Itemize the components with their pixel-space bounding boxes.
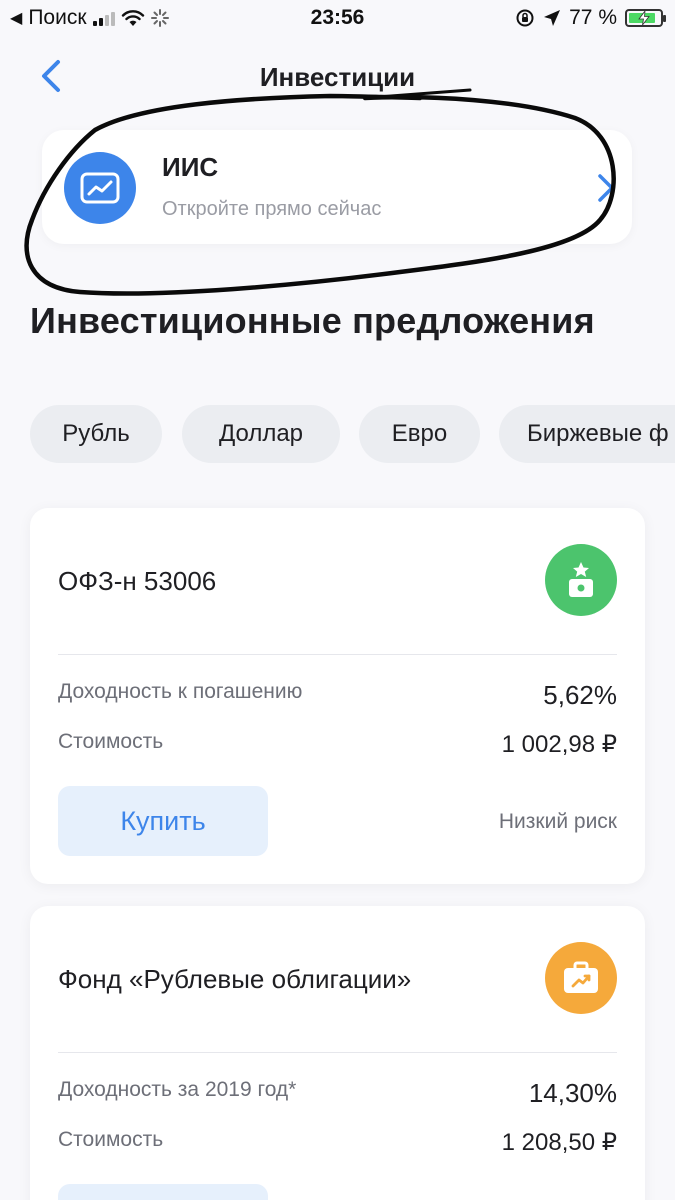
offer-name: Фонд «Рублевые облигации» bbox=[58, 964, 412, 994]
chip-exchange-funds[interactable]: Биржевые ф bbox=[499, 405, 675, 463]
yield-value: 5,62% bbox=[543, 680, 617, 710]
offer-card-ruble-bonds-fund[interactable]: Фонд «Рублевые облигации» Доходность за … bbox=[30, 906, 645, 1200]
buy-button[interactable]: Купить bbox=[58, 786, 268, 856]
yield-label: Доходность к погашению bbox=[58, 680, 303, 703]
location-arrow-icon bbox=[544, 10, 561, 26]
page-title: Инвестиции bbox=[259, 62, 416, 92]
iis-title: ИИС bbox=[162, 152, 219, 182]
rotation-lock-icon bbox=[516, 9, 534, 27]
offer-card-ofz[interactable]: ОФЗ-н 53006 Доходность к погашению 5,62%… bbox=[30, 508, 645, 884]
battery-icon bbox=[625, 9, 666, 27]
buy-button[interactable] bbox=[58, 1184, 268, 1200]
risk-level: Низкий риск bbox=[498, 810, 617, 833]
iis-subtitle: Откройте прямо сейчас bbox=[162, 198, 382, 220]
divider bbox=[58, 1052, 617, 1053]
section-title: Инвестиционные предложения bbox=[30, 300, 595, 341]
chart-trend-icon bbox=[64, 152, 136, 224]
bond-star-icon bbox=[545, 544, 617, 616]
chevron-right-icon bbox=[598, 174, 614, 202]
status-bar: ◀ Поиск 23:56 77 % bbox=[0, 0, 675, 38]
offer-name: ОФЗ-н 53006 bbox=[58, 566, 217, 596]
briefcase-chart-icon bbox=[545, 942, 617, 1014]
price-label: Стоимость bbox=[58, 1128, 164, 1151]
price-label: Стоимость bbox=[58, 730, 164, 753]
yield-label: Доходность за 2019 год* bbox=[58, 1078, 297, 1101]
price-value: 1 208,50 ₽ bbox=[501, 1129, 617, 1156]
chip-ruble[interactable]: Рубль bbox=[30, 405, 162, 463]
chip-dollar[interactable]: Доллар bbox=[182, 405, 340, 463]
currency-filter-chips: Рубль Доллар Евро Биржевые ф bbox=[30, 405, 675, 463]
yield-value: 14,30% bbox=[528, 1078, 617, 1108]
price-value: 1 002,98 ₽ bbox=[501, 731, 617, 758]
iis-card[interactable]: ИИС Откройте прямо сейчас bbox=[42, 130, 632, 244]
battery-percent: 77 % bbox=[569, 6, 617, 29]
chip-euro[interactable]: Евро bbox=[359, 405, 480, 463]
divider bbox=[58, 654, 617, 655]
